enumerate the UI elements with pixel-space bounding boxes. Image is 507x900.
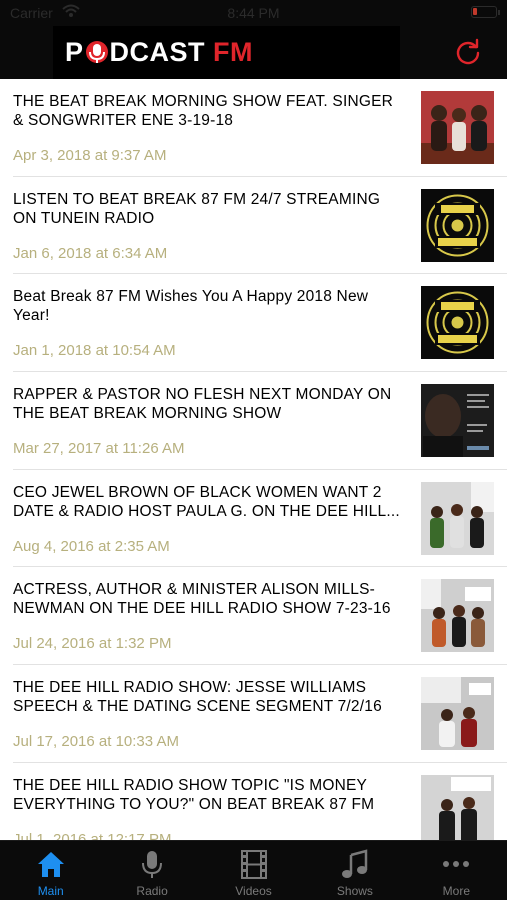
list-item[interactable]: THE BEAT BREAK MORNING SHOW FEAT. SINGER… (13, 79, 507, 177)
post-title: ACTRESS, AUTHOR & MINISTER ALISON MILLS-… (13, 581, 391, 618)
tab-main[interactable]: Main (0, 841, 101, 900)
film-icon (240, 850, 267, 879)
post-thumbnail (421, 774, 494, 840)
post-date: Apr 3, 2018 at 9:37 AM (13, 147, 167, 164)
logo-fm: FM (213, 37, 253, 67)
post-title: Beat Break 87 FM Wishes You A Happy 2018… (13, 288, 369, 325)
post-date: Jan 1, 2018 at 10:54 AM (13, 342, 176, 360)
tab-bar: Main Radio Videos Shows More (0, 840, 507, 900)
tab-shows[interactable]: Shows (304, 841, 405, 900)
list-item[interactable]: THE DEE HILL RADIO SHOW TOPIC "IS MONEY … (13, 763, 507, 840)
logo-letter-p: P (65, 37, 84, 67)
podcast-fm-logo: P DCAST FM (53, 26, 400, 79)
post-date: Jul 1, 2016 at 12:17 PM (13, 830, 172, 840)
microphone-logo-icon (85, 40, 108, 63)
home-icon (37, 852, 64, 877)
list-item[interactable]: THE DEE HILL RADIO SHOW: JESSE WILLIAMS … (13, 665, 507, 763)
refresh-icon[interactable] (453, 38, 483, 68)
post-thumbnail (421, 579, 494, 653)
logo-wordmark: P DCAST FM (65, 37, 253, 68)
post-date: Mar 27, 2017 at 11:26 AM (13, 440, 185, 458)
list-item[interactable]: CEO JEWEL BROWN OF BLACK WOMEN WANT 2 DA… (13, 470, 507, 568)
post-thumbnail (421, 677, 494, 751)
list-item[interactable]: Beat Break 87 FM Wishes You A Happy 2018… (13, 274, 507, 373)
post-title: THE BEAT BREAK MORNING SHOW FEAT. SINGER… (13, 93, 394, 129)
tab-videos[interactable]: Videos (203, 841, 304, 900)
music-note-icon (341, 849, 368, 878)
battery-nub (498, 10, 500, 15)
status-bar: Carrier 8:44 PM (0, 0, 507, 26)
post-thumbnail (421, 188, 494, 262)
post-date: Aug 4, 2016 at 2:35 AM (13, 537, 170, 555)
post-date: Jul 17, 2016 at 10:33 AM (13, 733, 179, 751)
more-dots-icon (443, 861, 470, 867)
post-thumbnail (421, 384, 494, 458)
post-title: CEO JEWEL BROWN OF BLACK WOMEN WANT 2 DA… (13, 483, 400, 520)
tab-more[interactable]: More (406, 841, 507, 900)
battery-icon (471, 6, 497, 18)
tab-radio[interactable]: Radio (101, 841, 202, 900)
logo-word-dcast: DCAST (109, 37, 206, 67)
post-date: Jan 6, 2018 at 6:34 AM (13, 244, 168, 262)
tab-label: Radio (136, 884, 168, 898)
post-thumbnail (421, 286, 494, 360)
status-time: 8:44 PM (227, 5, 280, 21)
post-title: THE DEE HILL RADIO SHOW TOPIC "IS MONEY … (13, 776, 375, 813)
app-header: P DCAST FM (0, 26, 507, 79)
post-title: THE DEE HILL RADIO SHOW: JESSE WILLIAMS … (13, 679, 382, 716)
tab-label: Main (37, 884, 64, 898)
list-item[interactable]: RAPPER & PASTOR NO FLESH NEXT MONDAY ON … (13, 372, 507, 470)
microphone-icon (142, 851, 163, 878)
tab-label: Shows (336, 884, 373, 898)
post-thumbnail (421, 91, 494, 164)
list-item[interactable]: LISTEN TO BEAT BREAK 87 FM 24/7 STREAMIN… (13, 177, 507, 275)
post-title: RAPPER & PASTOR NO FLESH NEXT MONDAY ON … (13, 386, 392, 423)
tab-label: Videos (235, 884, 272, 898)
post-thumbnail (421, 481, 494, 555)
post-date: Jul 24, 2016 at 1:32 PM (13, 635, 172, 653)
post-title: LISTEN TO BEAT BREAK 87 FM 24/7 STREAMIN… (13, 190, 381, 227)
list-item[interactable]: ACTRESS, AUTHOR & MINISTER ALISON MILLS-… (13, 567, 507, 666)
post-list[interactable]: THE BEAT BREAK MORNING SHOW FEAT. SINGER… (0, 79, 507, 840)
tab-label: More (442, 884, 470, 898)
